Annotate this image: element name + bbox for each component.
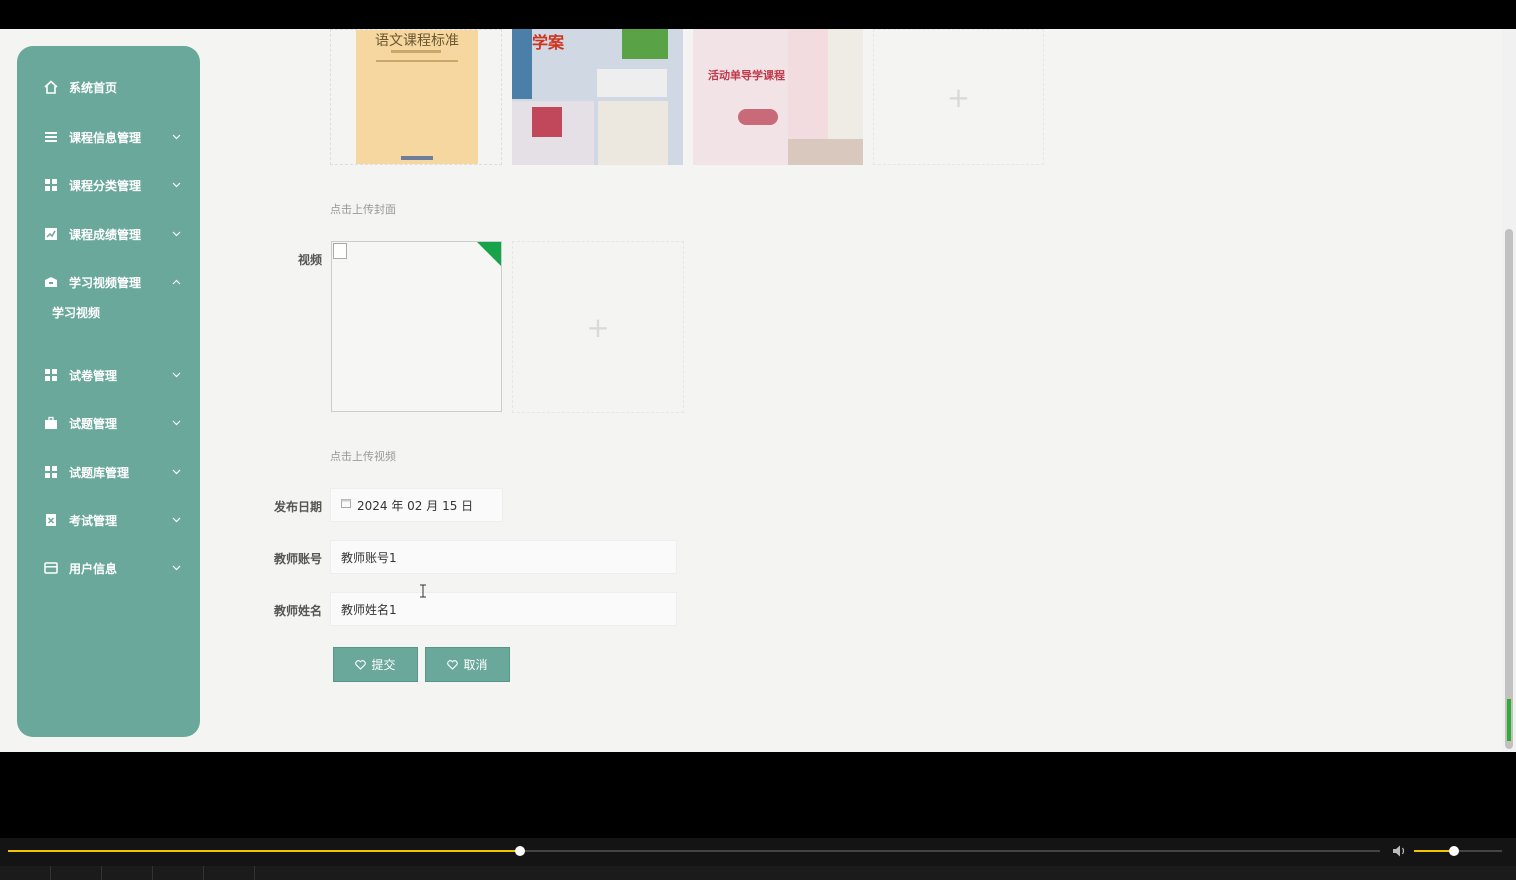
sidebar-item-course-info[interactable]: 课程信息管理 (17, 122, 200, 152)
broken-image-icon (333, 243, 347, 259)
teacher-name-label: 教师姓名 (273, 604, 322, 618)
selected-corner-icon (477, 242, 501, 266)
teacher-account-label: 教师账号 (273, 552, 322, 566)
sidebar-item-user-info[interactable]: 用户信息 (17, 553, 200, 583)
teacher-account-value: 教师账号1 (341, 550, 397, 565)
main-form: 语文课程标准 学案 活动单导学课程 + 点击上传封面 视频 + 点击上传视频 发… (212, 29, 1502, 752)
home-icon (44, 80, 58, 94)
text-cursor-icon (420, 584, 426, 598)
sidebar-item-question-bank[interactable]: 试题库管理 (17, 457, 200, 487)
video-preview[interactable] (331, 241, 502, 412)
chevron-down-icon (171, 515, 181, 525)
scrollbar-thumb[interactable] (1505, 229, 1513, 749)
taskbar-strip (0, 866, 1516, 880)
publish-date-label: 发布日期 (273, 500, 322, 514)
sidebar-item-exam-paper[interactable]: 试卷管理 (17, 360, 200, 390)
top-black-bar (0, 0, 1516, 29)
video-upload-button[interactable]: + (512, 241, 684, 413)
chevron-down-icon (171, 180, 181, 190)
sidebar-subitem-study-video[interactable]: 学习视频 (52, 304, 100, 321)
chevron-down-icon (171, 563, 181, 573)
sidebar-item-video-management[interactable]: 学习视频管理 (17, 267, 200, 297)
cover-upload-hint: 点击上传封面 (330, 203, 396, 216)
teacher-name-input[interactable]: 教师姓名1 (330, 592, 677, 626)
sidebar-item-label: 试卷管理 (69, 368, 118, 383)
video-label: 视频 (297, 253, 322, 267)
cancel-label: 取消 (463, 658, 488, 672)
chart-icon (44, 227, 58, 241)
publish-date-field[interactable]: 2024 年 02 月 15 日 (330, 488, 503, 522)
teacher-name-value: 教师姓名1 (341, 602, 397, 617)
cover-title: 语文课程标准 (375, 33, 459, 49)
clipboard-icon (44, 513, 58, 527)
cover-image-2[interactable]: 学案 (512, 29, 683, 165)
chevron-up-icon (171, 277, 181, 287)
submit-label: 提交 (371, 658, 396, 672)
sidebar-item-label: 课程分类管理 (69, 178, 142, 193)
sidebar-item-label: 课程信息管理 (69, 130, 142, 145)
grid-icon (44, 368, 58, 382)
sidebar-item-label: 试题管理 (69, 416, 118, 431)
page-viewport: 系统首页 课程信息管理 课程分类管理 课程成绩管理 学习视频管理 学习视频 试卷… (0, 29, 1516, 752)
sidebar-item-label: 试题库管理 (69, 465, 130, 480)
sidebar-item-label: 考试管理 (69, 513, 118, 528)
teacher-account-input[interactable]: 教师账号1 (330, 540, 677, 574)
seek-progress (8, 850, 520, 852)
sidebar-item-question[interactable]: 试题管理 (17, 408, 200, 438)
submit-button[interactable]: 提交 (333, 647, 418, 682)
volume-handle[interactable] (1448, 846, 1459, 856)
sidebar-item-course-grades[interactable]: 课程成绩管理 (17, 219, 200, 249)
seek-handle[interactable] (514, 846, 525, 856)
publish-date-value: 2024 年 02 月 15 日 (357, 498, 474, 513)
cover-image-1[interactable]: 语文课程标准 (330, 29, 502, 165)
list-icon (44, 130, 58, 144)
vertical-scrollbar[interactable] (1502, 29, 1516, 752)
heart-icon (355, 659, 367, 670)
chevron-down-icon (171, 229, 181, 239)
cover-image-3[interactable]: 活动单导学课程 (693, 29, 863, 165)
plus-icon: + (586, 310, 610, 344)
chevron-down-icon (171, 132, 181, 142)
scroll-indicator (1507, 699, 1511, 741)
card-icon (44, 561, 58, 575)
video-upload-hint: 点击上传视频 (330, 450, 396, 463)
calendar-icon (341, 499, 351, 508)
sidebar-item-label: 学习视频管理 (69, 275, 142, 290)
cover-title: 活动单导学课程 (708, 69, 785, 82)
chevron-down-icon (171, 370, 181, 380)
briefcase-icon (44, 416, 58, 430)
sidebar-item-label: 课程成绩管理 (69, 227, 142, 242)
sidebar-item-exam[interactable]: 考试管理 (17, 505, 200, 535)
cover-upload-button[interactable]: + (873, 29, 1044, 165)
sidebar-item-home[interactable]: 系统首页 (17, 72, 200, 102)
chevron-down-icon (171, 467, 181, 477)
sidebar-item-label: 系统首页 (69, 80, 118, 95)
volume-icon[interactable] (1392, 844, 1408, 858)
sidebar-item-course-category[interactable]: 课程分类管理 (17, 170, 200, 200)
volume-level (1414, 850, 1454, 852)
sidebar-item-label: 用户信息 (69, 561, 118, 576)
chevron-down-icon (171, 418, 181, 428)
sidebar: 系统首页 课程信息管理 课程分类管理 课程成绩管理 学习视频管理 学习视频 试卷… (17, 46, 200, 737)
grid-icon (44, 465, 58, 479)
plus-icon: + (946, 80, 971, 114)
cover-book-image: 语文课程标准 (356, 30, 478, 164)
cancel-button[interactable]: 取消 (425, 647, 510, 682)
cover-title: 学案 (532, 33, 565, 52)
grid-icon (44, 178, 58, 192)
box-icon (44, 275, 58, 289)
heart-icon (447, 659, 459, 670)
